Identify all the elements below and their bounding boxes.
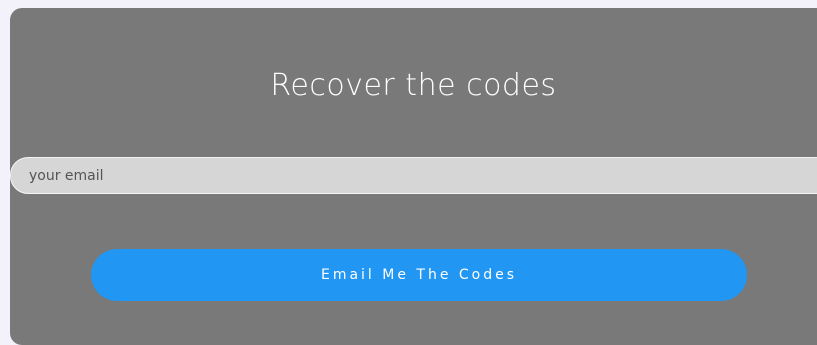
form-title: Recover the codes: [270, 68, 557, 103]
email-input[interactable]: [10, 157, 817, 194]
email-codes-button[interactable]: Email Me The Codes: [91, 249, 747, 301]
recover-codes-card: Recover the codes Email Me The Codes: [10, 8, 817, 345]
page: Recover the codes Email Me The Codes: [0, 0, 817, 345]
